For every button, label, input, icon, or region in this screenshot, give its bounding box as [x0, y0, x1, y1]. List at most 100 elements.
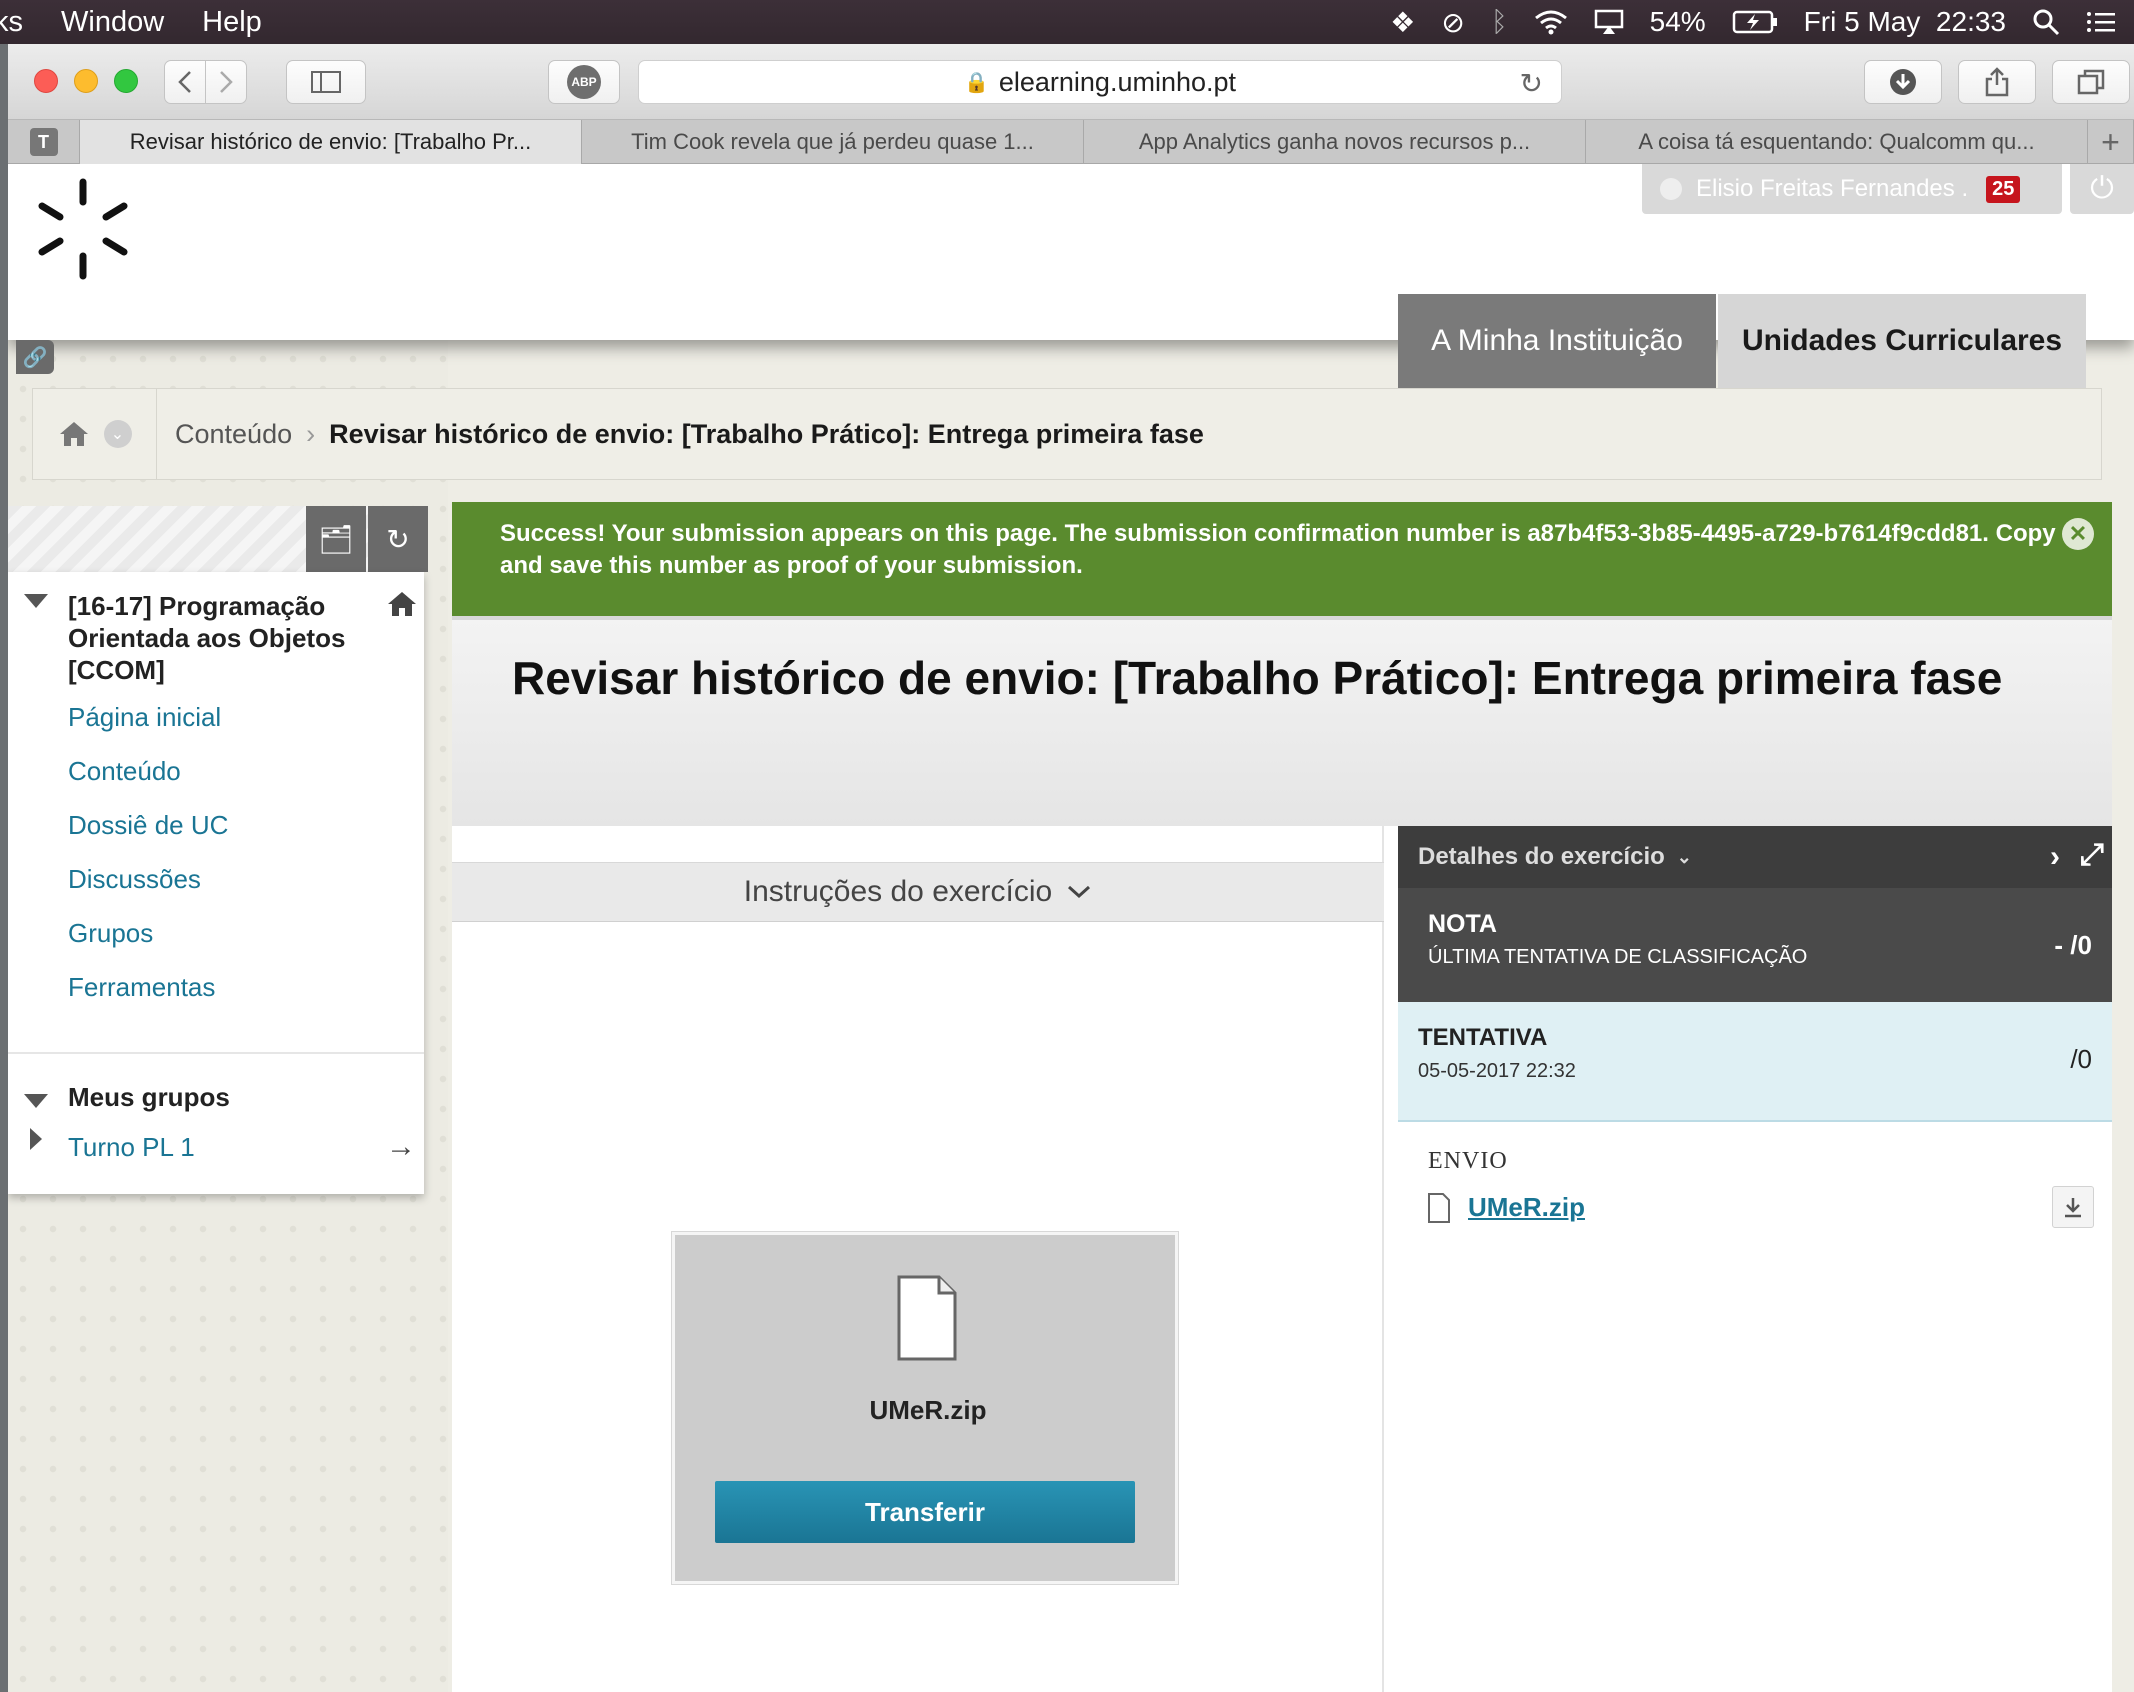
address-bar-url: elearning.uminho.pt: [998, 66, 1237, 97]
file-card: UMeR.zip Transferir: [672, 1232, 1178, 1584]
tab-qualcomm[interactable]: A coisa tá esquentando: Qualcomm qu...: [1586, 120, 2088, 164]
success-banner: Success! Your submission appears on this…: [452, 502, 2112, 616]
wifi-icon[interactable]: [1534, 9, 1568, 35]
pinned-tab[interactable]: T: [8, 120, 80, 164]
instructions-toggle[interactable]: Instruções do exercício: [452, 862, 1384, 922]
file-icon: [1428, 1192, 1450, 1223]
uminho-logo: [38, 178, 128, 280]
bluetooth-icon[interactable]: ᛒ: [1491, 6, 1508, 38]
file-icon: [897, 1275, 957, 1361]
divider: [8, 1052, 424, 1054]
menu-item-window[interactable]: Window: [61, 6, 164, 39]
lock-icon: 🔒: [963, 71, 989, 94]
course-link-home[interactable]: Página inicial: [68, 702, 221, 733]
exercise-details-panel: Detalhes do exercício ⌄ › ⤢ NOTA ÚLTIMA …: [1398, 826, 2112, 1692]
pinned-tab-badge: T: [29, 128, 58, 156]
submission-file[interactable]: UMeR.zip: [1428, 1192, 1585, 1223]
downloads-button[interactable]: [1864, 60, 1942, 104]
user-menu[interactable]: Elisio Freitas Fernandes . 25: [1642, 164, 2062, 214]
group-expand-arrow-icon[interactable]: [30, 1128, 42, 1150]
course-link-tools[interactable]: Ferramentas: [68, 972, 215, 1003]
web-page: Elisio Freitas Fernandes . 25 ⏻ A Minha …: [8, 164, 2134, 1692]
refresh-icon: ↻: [386, 523, 410, 555]
close-icon[interactable]: ✕: [2062, 518, 2094, 550]
submission-download-button[interactable]: [2052, 1186, 2094, 1228]
notification-badge[interactable]: 25: [1986, 175, 2021, 203]
breadcrumb-parent[interactable]: Conteúdo: [175, 419, 292, 450]
course-title[interactable]: [16-17] Programação Orientada aos Objeto…: [68, 590, 368, 686]
download-icon: [2065, 1198, 2081, 1218]
battery-percent[interactable]: 54%: [1650, 6, 1706, 38]
avatar: [1660, 178, 1682, 200]
breadcrumb-home[interactable]: ⌄: [33, 388, 157, 480]
course-menu-refresh-button[interactable]: ↻: [368, 506, 428, 572]
file-name: UMeR.zip: [869, 1395, 987, 1425]
course-home-icon[interactable]: [386, 590, 418, 626]
tabs-overview-button[interactable]: [2052, 60, 2130, 104]
back-button[interactable]: [164, 60, 206, 104]
dropbox-icon[interactable]: ❖: [1390, 6, 1415, 39]
user-name: Elisio Freitas Fernandes .: [1696, 175, 1969, 202]
arrow-right-icon[interactable]: →: [386, 1130, 416, 1164]
adblock-button[interactable]: ABP: [548, 60, 620, 104]
forward-button[interactable]: [205, 60, 247, 104]
page-title: Revisar histórico de envio: [Trabalho Pr…: [512, 652, 2003, 704]
address-bar[interactable]: 🔒 elearning.uminho.pt ↻: [638, 60, 1562, 104]
collapse-panel-icon[interactable]: ›: [2050, 840, 2060, 874]
reload-icon[interactable]: ↻: [1520, 67, 1543, 100]
close-window-button[interactable]: [34, 69, 58, 93]
course-link-groups[interactable]: Grupos: [68, 918, 153, 949]
attempt-value: /0: [2070, 1044, 2092, 1074]
adblock-icon: ABP: [567, 65, 601, 99]
course-link-discussions[interactable]: Discussões: [68, 864, 201, 895]
success-message: Success! Your submission appears on this…: [500, 520, 2056, 579]
clock-date[interactable]: Fri 5 May 22:33: [1804, 6, 2006, 38]
collapse-arrow-icon[interactable]: [24, 594, 48, 608]
zoom-window-button[interactable]: [114, 69, 138, 93]
course-link-dossier[interactable]: Dossiê de UC: [68, 810, 228, 841]
new-tab-button[interactable]: +: [2088, 120, 2134, 164]
folder-icon: 🗂: [318, 523, 354, 555]
submission-file-link[interactable]: UMeR.zip: [1468, 1192, 1585, 1223]
tab-app-analytics[interactable]: App Analytics ganha novos recursos p...: [1084, 120, 1586, 164]
notification-center-icon[interactable]: [2086, 10, 2116, 34]
logout-button[interactable]: ⏻: [2070, 164, 2134, 214]
tab-my-institution[interactable]: A Minha Instituição: [1398, 294, 1716, 388]
groups-collapse-arrow-icon[interactable]: [24, 1094, 48, 1108]
instructions-label: Instruções do exercício: [743, 875, 1053, 908]
share-icon: [1985, 67, 2009, 97]
home-icon: [59, 422, 88, 446]
details-header[interactable]: Detalhes do exercício ⌄ › ⤢: [1398, 826, 2112, 888]
chevron-down-icon[interactable]: ⌄: [103, 420, 132, 448]
airplay-icon[interactable]: [1594, 9, 1624, 35]
spotlight-search-icon[interactable]: [2032, 8, 2060, 36]
minimize-window-button[interactable]: [74, 69, 98, 93]
course-link-content[interactable]: Conteúdo: [68, 756, 181, 787]
group-link[interactable]: Turno PL 1: [68, 1132, 195, 1163]
share-button[interactable]: [1958, 60, 2036, 104]
menu-item-help[interactable]: Help: [202, 6, 262, 39]
breadcrumb: ⌄ Conteúdo › Revisar histórico de envio:…: [32, 388, 2102, 480]
power-icon: ⏻: [2090, 172, 2114, 205]
chevron-left-icon: [178, 71, 191, 93]
download-button[interactable]: Transferir: [715, 1481, 1135, 1543]
my-groups-heading[interactable]: Meus grupos: [68, 1082, 230, 1113]
submission-label: ENVIO: [1428, 1148, 1508, 1174]
tab-strip: T Revisar histórico de envio: [Trabalho …: [8, 120, 2134, 164]
chevron-right-icon: [220, 71, 233, 93]
tab-courses[interactable]: Unidades Curriculares: [1718, 294, 2086, 388]
attempt-row[interactable]: TENTATIVA 05-05-2017 22:32 /0: [1398, 1002, 2112, 1122]
expand-icon[interactable]: ⤢: [2080, 838, 2104, 872]
course-menu-folder-button[interactable]: 🗂: [306, 506, 366, 572]
breadcrumb-current: Revisar histórico de envio: [Trabalho Pr…: [329, 418, 1204, 449]
sync-icon[interactable]: ⊘: [1441, 6, 1464, 39]
battery-icon[interactable]: [1732, 10, 1778, 34]
quick-links-icon[interactable]: 🔗: [16, 340, 54, 374]
mac-menubar: ks Window Help ❖ ⊘ ᛒ 54% Fri 5 May 22:33: [0, 0, 2134, 44]
tab-tim-cook[interactable]: Tim Cook revela que já perdeu quase 1...: [582, 120, 1084, 164]
menu-item-apps[interactable]: ks: [0, 6, 23, 39]
tab-active[interactable]: Revisar histórico de envio: [Trabalho Pr…: [80, 120, 582, 164]
tabs-icon: [2077, 69, 2105, 95]
sidebar-toggle-button[interactable]: [286, 60, 366, 104]
breadcrumb-separator-icon: ›: [306, 418, 316, 449]
